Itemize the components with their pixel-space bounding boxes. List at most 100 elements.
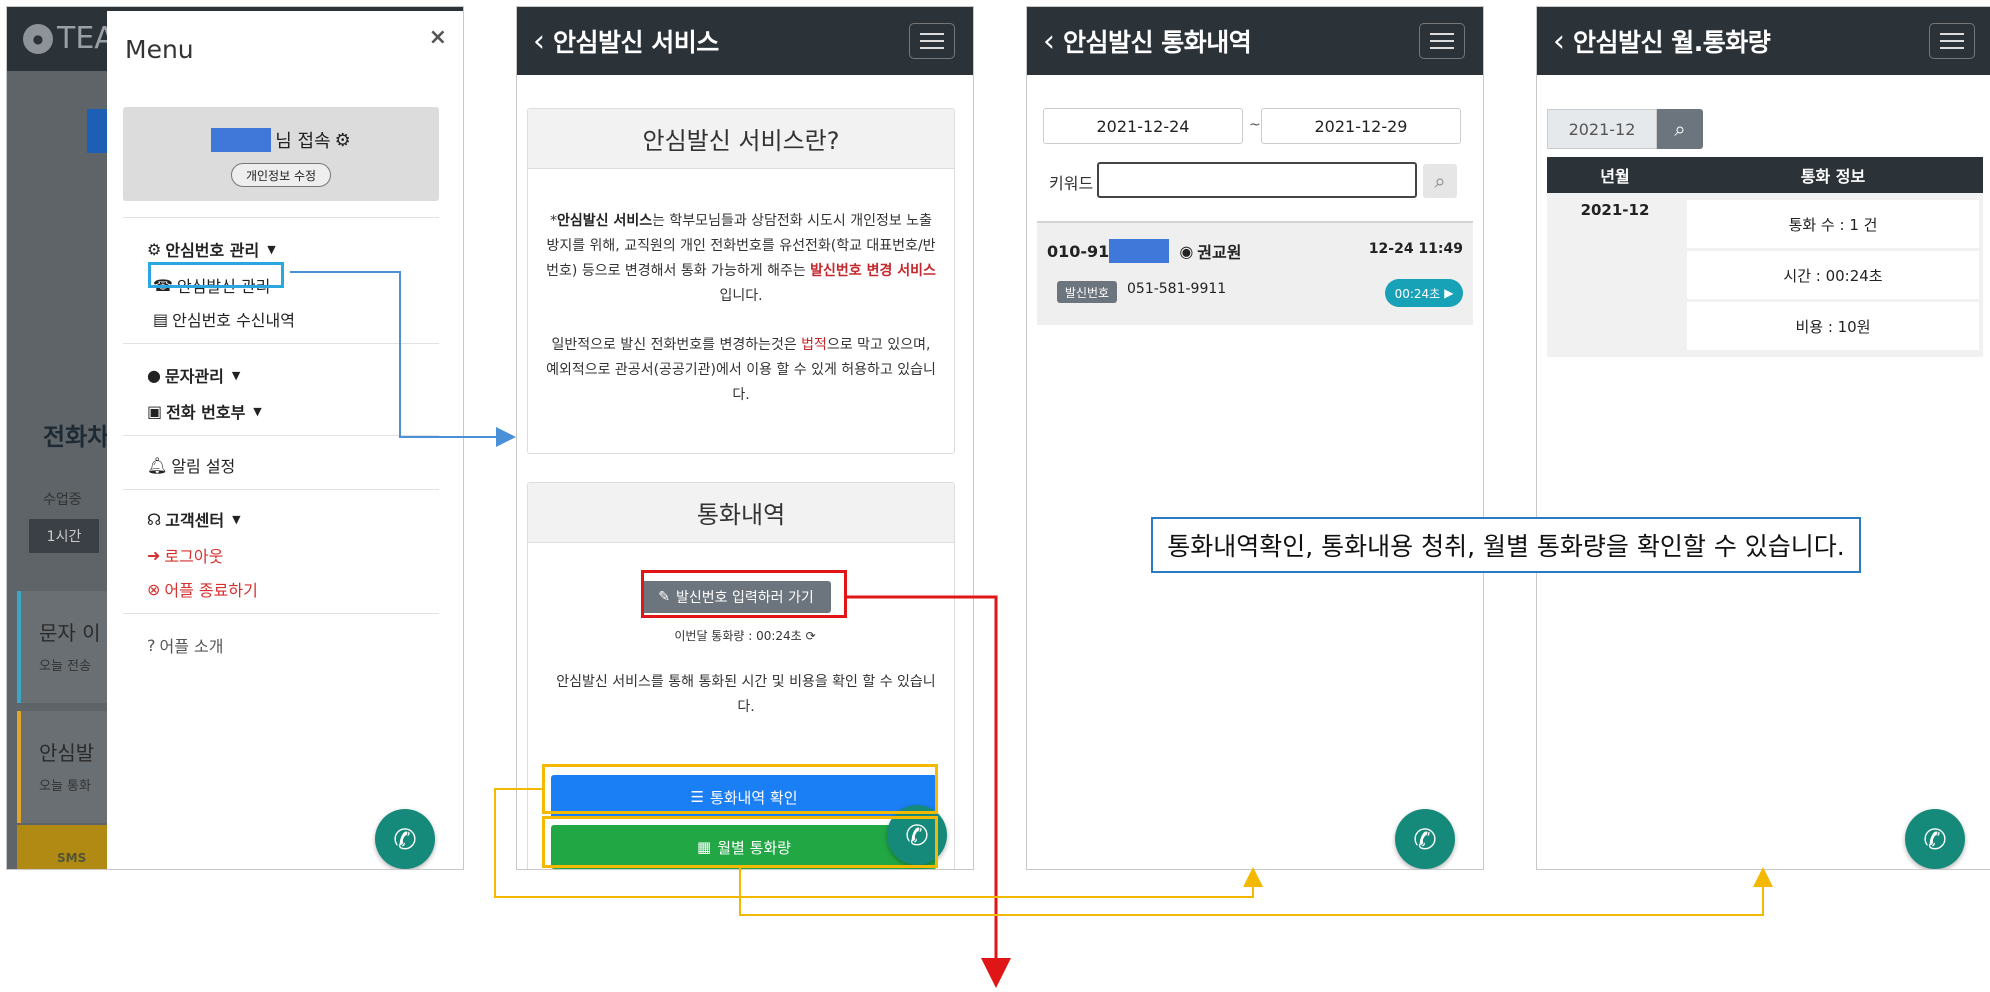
phone-icon: ✆: [1413, 822, 1437, 856]
hamburger-icon[interactable]: [1419, 23, 1465, 59]
menu-item-sms[interactable]: ● 문자관리 ▼: [147, 363, 240, 387]
record-number: 010-91: [1047, 241, 1110, 261]
desc-bold: 안심발신 서비스: [557, 213, 653, 229]
bg-card-sms: 문자 이 오늘 전송: [17, 591, 107, 703]
divider: [123, 217, 439, 218]
top-bar: ‹ 안심발신 월.통화량: [1537, 7, 1990, 75]
bg-time-button: 1시간: [29, 519, 99, 553]
record-name: 권교원: [1197, 243, 1242, 262]
gear-icon: ⚙: [147, 239, 162, 259]
bg-sms-banner: SMS: [17, 825, 107, 869]
caret-down-icon: ▼: [231, 368, 241, 382]
phone-fab-button[interactable]: ✆: [375, 809, 435, 869]
date-from-input[interactable]: 2021-12-24: [1043, 108, 1243, 144]
bg-section-title: 전화차: [43, 423, 110, 451]
sms-bubble-icon: ●: [147, 365, 161, 385]
phone-fab-button[interactable]: ✆: [1905, 809, 1965, 869]
monthly-usage-screen: ‹ 안심발신 월.통화량 2021-12 ⌕ 년월 통화 정보 2021-12 …: [1536, 6, 1990, 870]
close-icon[interactable]: ×: [429, 25, 447, 50]
monthly-usage-table: 년월 통화 정보 2021-12 통화 수 : 1 건 시간 : 00:24초 …: [1547, 157, 1983, 357]
safe-outgoing-screen: ‹ 안심발신 서비스 안심발신 서비스란? *안심발신 서비스는 학부모님들과 …: [516, 6, 974, 870]
headset-icon: ☊: [147, 509, 162, 529]
desc-text: 입니다.: [719, 288, 763, 304]
phone-icon: ✆: [393, 822, 417, 856]
call-cost: 비용 : 10원: [1687, 302, 1979, 350]
menu-item-customer-center[interactable]: ☊ 고객센터 ▼: [147, 507, 241, 531]
record-datetime: 12-24 11:49: [1368, 241, 1463, 257]
usage-label: 이번달 통화량 : 00:24초: [674, 629, 802, 643]
bg-sms-label: SMS: [57, 851, 87, 865]
bg-select: 수업중: [43, 492, 82, 508]
menu-item-logout[interactable]: ➜ 로그아웃: [147, 543, 223, 567]
back-chevron-icon[interactable]: ‹: [1553, 24, 1565, 59]
menu-item-phonebook[interactable]: ▣ 전화 번호부 ▼: [147, 399, 262, 423]
menu-item-exit-app[interactable]: ⊗ 어플 종료하기: [147, 577, 258, 601]
question-circle-icon: ?: [147, 635, 156, 655]
menu-item-received-history[interactable]: ▤ 안심번호 수신내역: [153, 307, 295, 331]
hamburger-icon[interactable]: [1929, 23, 1975, 59]
keyword-input[interactable]: [1097, 162, 1417, 198]
record-caller: 010-91 ◉ 권교원: [1047, 239, 1241, 263]
call-record-row[interactable]: 010-91 ◉ 권교원 12-24 11:49 발신번호 051-581-99…: [1037, 221, 1473, 325]
user-line: 님 접속 ⚙: [123, 127, 439, 153]
page-title: 안심발신 월.통화량: [1573, 28, 1771, 57]
menu-title: Menu: [125, 35, 194, 64]
duration-label: 00:24초: [1394, 286, 1441, 301]
play-icon: ▶: [1444, 286, 1454, 300]
highlight-box-red: [641, 570, 847, 618]
service-info-card: 안심발신 서비스란? *안심발신 서비스는 학부모님들과 상담전화 시도시 개인…: [527, 108, 955, 454]
page-title: 안심발신 서비스: [553, 28, 719, 57]
gear-icon[interactable]: ⚙: [335, 130, 351, 151]
bg-card-title: 안심발: [39, 741, 95, 765]
card-title: 안심발신 서비스란?: [528, 109, 954, 169]
history-description: 안심발신 서비스를 통해 통화된 시간 및 비용을 확인 할 수 있습니다.: [556, 674, 936, 715]
menu-item-about[interactable]: ? 어플 소개: [147, 633, 223, 657]
monthly-usage-text: 이번달 통화량 : 00:24초 ⟳: [517, 627, 973, 644]
logo-circle-icon: ●: [23, 23, 53, 54]
table-row: 2021-12 통화 수 : 1 건 시간 : 00:24초 비용 : 10원: [1547, 193, 1983, 357]
refresh-icon[interactable]: ⟳: [806, 629, 816, 643]
search-button[interactable]: ⌕: [1657, 109, 1703, 149]
bell-icon: 🔔︎: [147, 455, 168, 475]
masked-number: [1109, 239, 1170, 263]
highlight-box-yellow: [542, 816, 938, 868]
search-icon[interactable]: ⌕: [1423, 164, 1457, 198]
desc-red: 발신번호 변경 서비스: [810, 263, 936, 279]
caret-down-icon: ▼: [267, 242, 276, 256]
menu-item-label: 안심번호 수신내역: [172, 311, 295, 330]
caret-down-icon: ▼: [232, 512, 241, 526]
date-to-input[interactable]: 2021-12-29: [1261, 108, 1461, 144]
service-description: *안심발신 서비스는 학부모님들과 상담전화 시도시 개인정보 노출 방지를 위…: [546, 213, 936, 304]
top-bar: ‹ 안심발신 서비스: [517, 7, 973, 75]
call-history-screen: ‹ 안심발신 통화내역 2021-12-24 ~ 2021-12-29 키워드 …: [1026, 6, 1484, 870]
hamburger-icon[interactable]: [909, 23, 955, 59]
address-book-icon: ▣: [147, 401, 163, 421]
phone-fab-button[interactable]: ✆: [1395, 809, 1455, 869]
menu-item-label: 전화 번호부: [166, 403, 246, 422]
play-recording-button[interactable]: 00:24초 ▶: [1385, 279, 1463, 307]
list-icon: ▤: [153, 309, 169, 329]
back-chevron-icon[interactable]: ‹: [533, 24, 545, 59]
caller-number: 051-581-9911: [1127, 281, 1227, 297]
sign-out-icon: ➜: [147, 545, 161, 565]
menu-item-label: 알림 설정: [171, 457, 236, 476]
desc-red: 법적: [801, 337, 827, 353]
menu-item-label: 어플 소개: [159, 637, 224, 656]
x-circle-icon: ⊗: [147, 579, 161, 599]
back-chevron-icon[interactable]: ‹: [1043, 24, 1055, 59]
bg-card-sub: 오늘 통화: [39, 779, 91, 794]
search-icon: ⌕: [1674, 117, 1686, 141]
year-month-cell: 2021-12: [1547, 193, 1683, 357]
keyword-label: 키워드: [1049, 174, 1094, 193]
legal-description: 일반적으로 발신 전화번호를 변경하는것은 법적으로 막고 있으며, 예외적으로…: [528, 333, 954, 408]
edit-profile-button[interactable]: 개인정보 수정: [231, 163, 331, 187]
side-menu: Menu × 님 접속 ⚙ 개인정보 수정 ⚙ 안심번호 관리 ▼ ☎ 안심발신…: [107, 11, 463, 869]
menu-screen: ● TEA 전화차 수업중 1시간 문자 이 오늘 전송 안심발 오늘 통화 S…: [6, 6, 464, 870]
menu-item-safe-number[interactable]: ⚙ 안심번호 관리 ▼: [147, 237, 276, 261]
card-title: 통화내역: [528, 483, 954, 543]
highlight-box-yellow: [542, 764, 938, 814]
month-input[interactable]: 2021-12: [1547, 109, 1657, 149]
call-info-cell: 통화 수 : 1 건 시간 : 00:24초 비용 : 10원: [1683, 193, 1983, 357]
top-bar: ‹ 안심발신 통화내역: [1027, 7, 1483, 75]
menu-item-notification[interactable]: 🔔︎ 알림 설정: [147, 453, 235, 477]
